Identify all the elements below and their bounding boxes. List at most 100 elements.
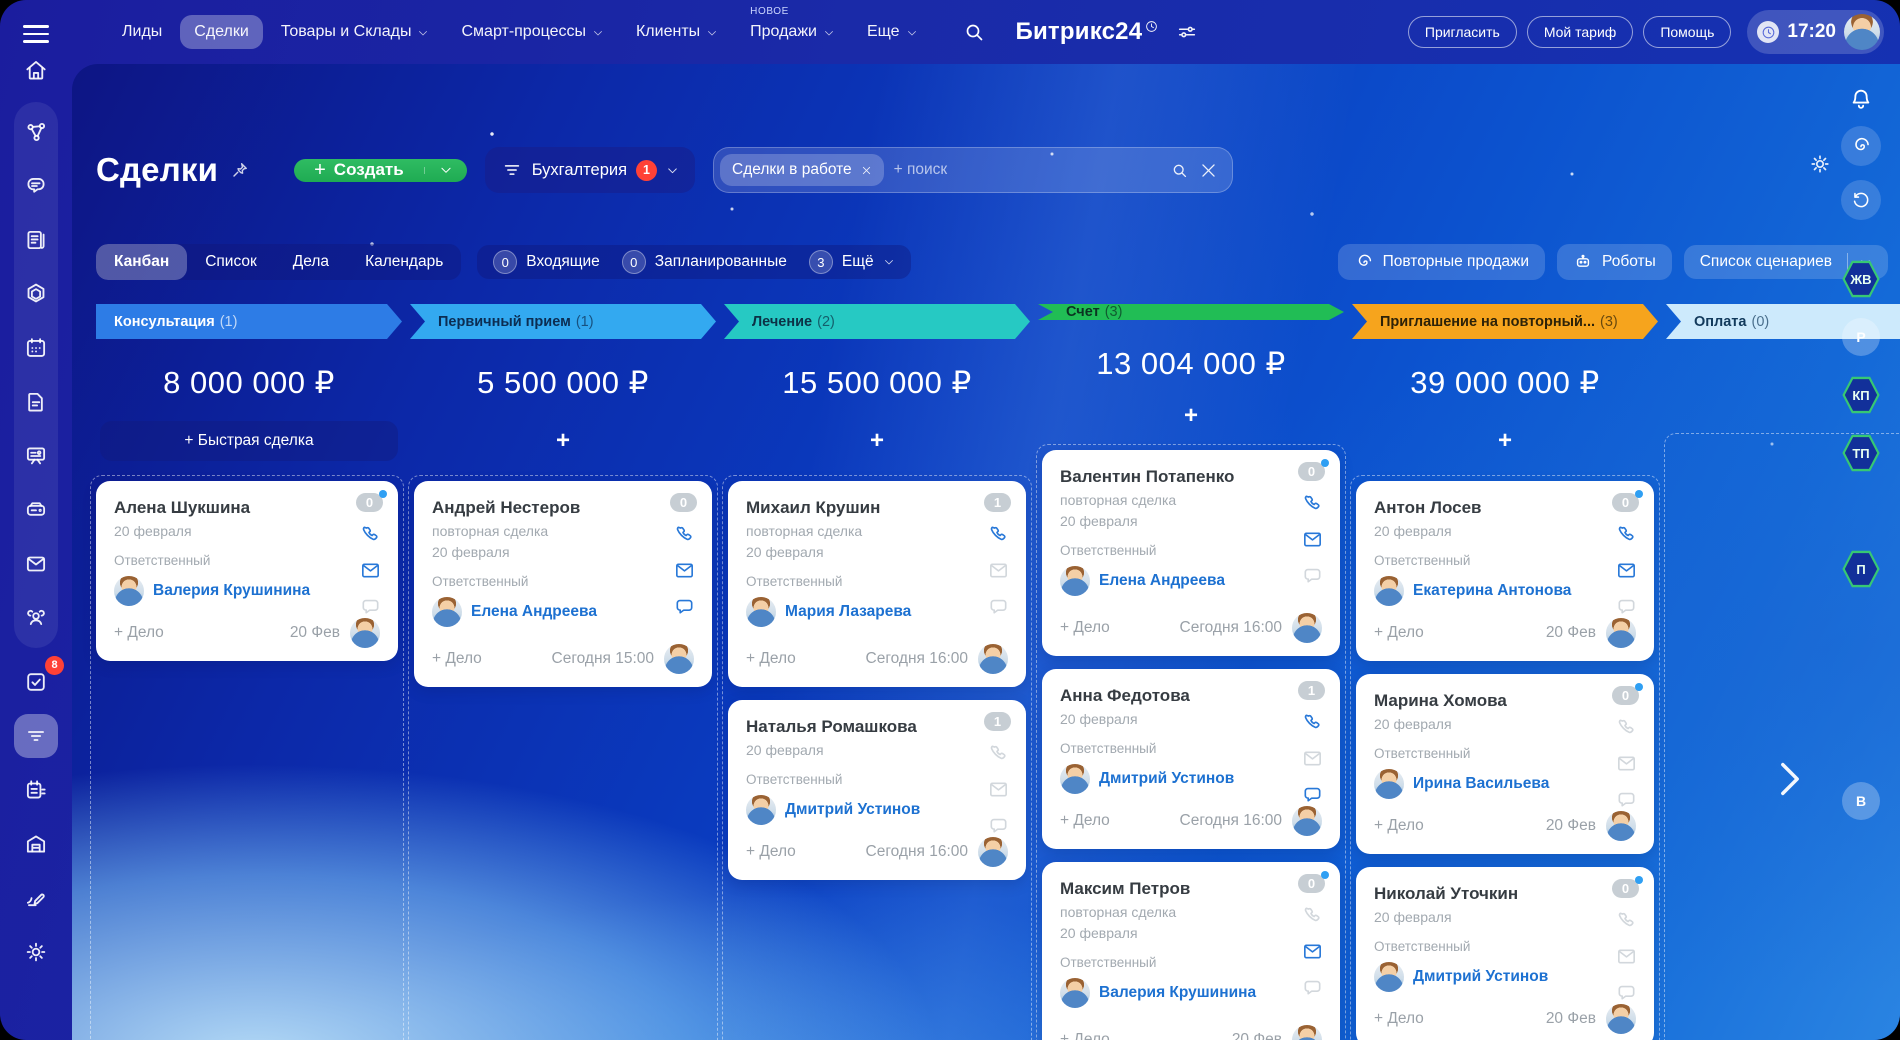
close-icon[interactable]	[861, 165, 872, 176]
sidebar-item-home[interactable]	[14, 48, 58, 92]
deal-title[interactable]: Николай Уточкин	[1374, 884, 1588, 904]
responsible-link[interactable]: Валерия Крушинина	[1099, 984, 1256, 1002]
search-icon[interactable]	[1170, 161, 1189, 180]
deal-card[interactable]: 0Алена Шукшина20 февраляОтветственныйВал…	[96, 481, 398, 661]
counter-2[interactable]: 3Ещё	[809, 250, 895, 274]
user-initials-avatar[interactable]: В	[1842, 782, 1880, 820]
rail-avatar-2[interactable]: КП	[1842, 376, 1880, 414]
deal-avatar[interactable]	[1606, 811, 1636, 841]
deal-avatar[interactable]	[1292, 1025, 1322, 1040]
add-activity-link[interactable]: + Дело	[746, 650, 796, 668]
deal-card[interactable]: 0Валентин Потапенкоповторная сделка20 фе…	[1042, 450, 1340, 656]
quick-add-button[interactable]: +	[728, 421, 1026, 461]
phone-icon[interactable]	[359, 523, 382, 546]
column-header[interactable]: Лечение(2)	[724, 304, 1030, 339]
mail-icon[interactable]	[1301, 747, 1324, 770]
add-activity-link[interactable]: + Дело	[432, 650, 482, 668]
sidebar-item-marketplace[interactable]	[14, 272, 58, 316]
deal-avatar[interactable]	[978, 644, 1008, 674]
responsible-link[interactable]: Елена Андреева	[471, 603, 597, 621]
topbar-button-2[interactable]: Помощь	[1643, 16, 1731, 48]
chat-icon[interactable]	[987, 814, 1010, 837]
responsible-link[interactable]: Дмитрий Устинов	[1413, 968, 1548, 986]
deal-title[interactable]: Валентин Потапенко	[1060, 467, 1274, 487]
search-bar[interactable]: Сделки в работе	[713, 147, 1233, 193]
column-dropzone[interactable]: 0Андрей Нестеровповторная сделка20 февра…	[408, 475, 718, 1040]
sidebar-item-drive[interactable]	[14, 488, 58, 532]
deal-avatar[interactable]	[1606, 618, 1636, 648]
add-activity-link[interactable]: + Дело	[1374, 624, 1424, 642]
mail-icon[interactable]	[987, 559, 1010, 582]
chat-icon[interactable]	[359, 595, 382, 618]
close-icon[interactable]	[1199, 161, 1218, 180]
quick-add-button[interactable]: +	[414, 421, 712, 461]
column-dropzone[interactable]: 0Алена Шукшина20 февраляОтветственныйВал…	[90, 475, 404, 1040]
rail-avatar-3[interactable]: ТП	[1842, 434, 1880, 472]
deal-card[interactable]: 1Анна Федотова20 февраляОтветственныйДми…	[1042, 669, 1340, 849]
topnav-item-0[interactable]: Лиды	[108, 15, 176, 49]
responsible-avatar[interactable]	[1374, 962, 1404, 992]
quick-add-button[interactable]: +	[1356, 421, 1654, 461]
user-hexagon-avatar[interactable]: П	[1842, 550, 1880, 588]
create-dropdown-chevron-icon[interactable]	[425, 159, 467, 182]
repeat-sales-icon[interactable]	[1841, 126, 1881, 166]
board-scroll-right-chevron-icon[interactable]	[1772, 756, 1808, 802]
deal-title[interactable]: Марина Хомова	[1374, 691, 1588, 711]
sidebar-item-tasks[interactable]: 8	[14, 660, 58, 704]
responsible-avatar[interactable]	[1060, 978, 1090, 1008]
rail-avatar-9[interactable]: В	[1842, 782, 1880, 820]
add-activity-link[interactable]: + Дело	[1060, 812, 1110, 830]
chat-icon[interactable]	[673, 595, 696, 618]
mail-icon[interactable]	[1615, 945, 1638, 968]
tab-2[interactable]: Дела	[275, 244, 347, 280]
phone-icon[interactable]	[1615, 909, 1638, 932]
responsible-avatar[interactable]	[1374, 769, 1404, 799]
deal-title[interactable]: Анна Федотова	[1060, 686, 1274, 706]
time-pill[interactable]: 17:20	[1747, 10, 1884, 54]
search-icon[interactable]	[962, 20, 986, 44]
mail-icon[interactable]	[359, 559, 382, 582]
deal-title[interactable]: Михаил Крушин	[746, 498, 960, 518]
deal-card[interactable]: 0Николай Уточкин20 февраляОтветственныйД…	[1356, 867, 1654, 1040]
sidebar-item-automation[interactable]	[14, 768, 58, 812]
pin-icon[interactable]	[230, 160, 250, 180]
responsible-link[interactable]: Дмитрий Устинов	[785, 801, 920, 819]
topnav-item-5[interactable]: НОВОЕПродажи	[736, 15, 849, 49]
responsible-avatar[interactable]	[1060, 764, 1090, 794]
deal-card[interactable]: 0Андрей Нестеровповторная сделка20 февра…	[414, 481, 712, 687]
responsible-avatar[interactable]	[114, 576, 144, 606]
search-input[interactable]	[894, 161, 1160, 179]
deal-avatar[interactable]	[350, 618, 380, 648]
topnav-item-6[interactable]: Еще	[853, 15, 932, 49]
add-activity-link[interactable]: + Дело	[1374, 817, 1424, 835]
topnav-item-4[interactable]: Клиенты	[622, 15, 732, 49]
column-header[interactable]: Счет(3)	[1038, 304, 1344, 320]
deal-title[interactable]: Алена Шукшина	[114, 498, 332, 518]
chat-icon[interactable]	[1615, 981, 1638, 1004]
action-button-1[interactable]: Роботы	[1557, 244, 1672, 280]
deal-card[interactable]: 1Михаил Крушинповторная сделка20 февраля…	[728, 481, 1026, 687]
rail-avatar-6[interactable]	[1842, 608, 1880, 646]
rail-avatar-1[interactable]: Р	[1842, 318, 1880, 356]
deal-avatar[interactable]	[664, 644, 694, 674]
user-hexagon-avatar[interactable]: КП	[1842, 376, 1880, 414]
rail-avatar-8[interactable]	[1842, 724, 1880, 762]
hamburger-menu-icon[interactable]	[23, 20, 49, 48]
rail-avatar-11[interactable]	[1842, 898, 1880, 936]
sliders-icon[interactable]	[1176, 21, 1198, 43]
topnav-item-2[interactable]: Товары и Склады	[267, 15, 444, 49]
mail-icon[interactable]	[673, 559, 696, 582]
topnav-item-3[interactable]: Смарт-процессы	[447, 15, 618, 49]
sidebar-item-warehouse[interactable]	[14, 822, 58, 866]
sidebar-item-sign[interactable]	[14, 876, 58, 920]
phone-icon[interactable]	[987, 523, 1010, 546]
tab-1[interactable]: Список	[187, 244, 275, 280]
deal-title[interactable]: Антон Лосев	[1374, 498, 1588, 518]
chat-icon[interactable]	[1301, 783, 1324, 806]
column-header[interactable]: Первичный прием(1)	[410, 304, 716, 339]
deal-title[interactable]: Наталья Ромашкова	[746, 717, 960, 737]
sidebar-item-settings[interactable]	[14, 930, 58, 974]
responsible-link[interactable]: Ирина Васильева	[1413, 775, 1549, 793]
rail-avatar-0[interactable]: ЖВ	[1842, 260, 1880, 298]
deal-avatar[interactable]	[1292, 613, 1322, 643]
